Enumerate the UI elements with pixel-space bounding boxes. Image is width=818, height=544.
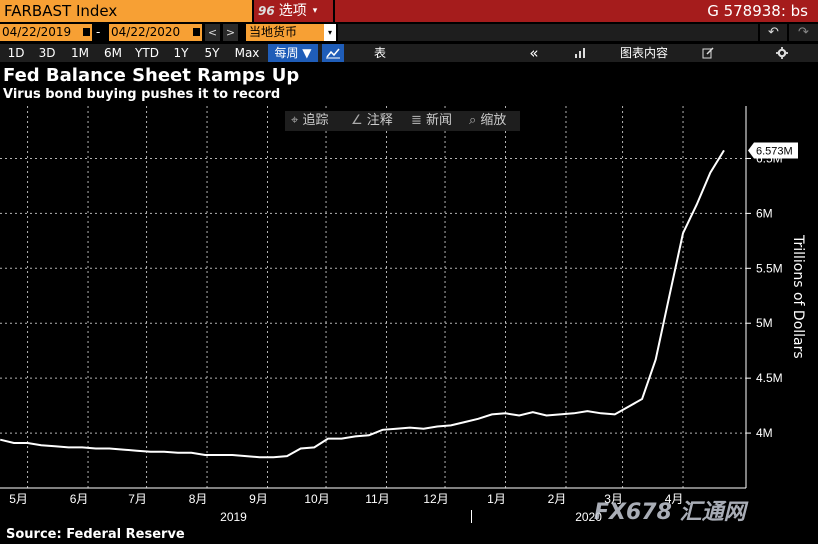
y-axis-title: Trillions of Dollars — [776, 235, 818, 385]
y-axis-title-text: Trillions of Dollars — [790, 235, 806, 359]
x-tick-label: 9月 — [249, 492, 268, 506]
last-value-label: 6.573M — [756, 145, 793, 157]
watermark-logo: FX678 汇通网 — [594, 500, 746, 525]
zoom-label: 缩放 — [480, 113, 507, 128]
source-note: Source: Federal Reserve — [6, 527, 185, 542]
annotate-label: 注释 — [366, 113, 393, 128]
news-tool[interactable]: ≣ 新闻 — [411, 111, 452, 131]
y-tick-label: 5M — [756, 316, 773, 330]
track-label: 追踪 — [302, 113, 329, 128]
news-icon: ≣ — [411, 113, 422, 128]
year-label: 2019 — [220, 510, 247, 524]
x-tick-label: 8月 — [189, 492, 208, 506]
x-tick-label: 2月 — [548, 492, 567, 506]
x-tick-label: 5月 — [9, 492, 28, 506]
axes — [0, 106, 751, 523]
pencil-icon: ∠ — [351, 113, 363, 128]
series-line — [0, 149, 725, 459]
x-tick-label: 12月 — [423, 492, 448, 506]
annotate-tool[interactable]: ∠ 注释 — [351, 111, 393, 131]
x-tick-label: 11月 — [365, 492, 389, 506]
series-layer — [0, 149, 725, 459]
line-chart[interactable]: 4M4.5M5M5.5M6M6.5M5月 6月 7月 8月 9月 10月 11月 12月 1月 2… — [0, 0, 818, 544]
y-tick-label: 4M — [756, 426, 773, 440]
grid-lines — [0, 106, 746, 488]
magnifier-icon: ⌕ — [469, 113, 477, 128]
crosshair-icon: ⌖ — [291, 113, 299, 128]
x-tick-label: 6月 — [70, 492, 89, 506]
track-tool[interactable]: ⌖ 追踪 — [291, 111, 328, 131]
x-tick-label: 7月 — [128, 492, 147, 506]
x-tick-label: 10月 — [304, 492, 329, 506]
news-label: 新闻 — [426, 113, 453, 128]
zoom-tool[interactable]: ⌕ 缩放 — [469, 111, 506, 131]
x-tick-label: 1月 — [487, 492, 506, 506]
y-tick-label: 6M — [756, 206, 773, 220]
tick-labels: 4M4.5M5M5.5M6M6.5M5月 6月 7月 8月 9月 10月 11月 12月 1月 2… — [9, 142, 798, 524]
